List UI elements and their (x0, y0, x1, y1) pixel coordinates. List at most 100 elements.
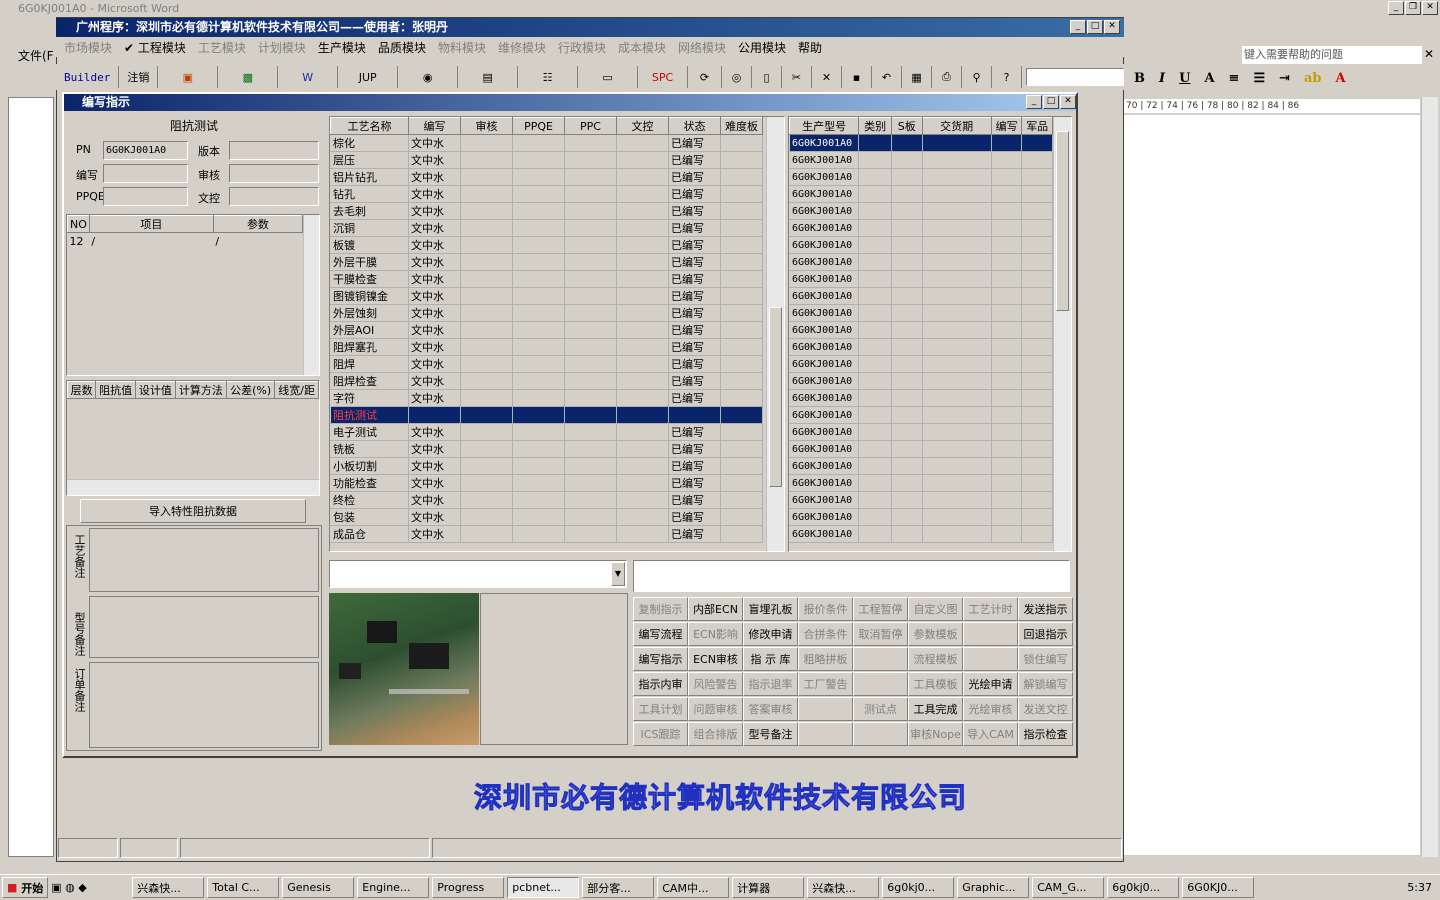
action-button[interactable]: 工艺计时 (963, 597, 1018, 621)
help-close-icon[interactable]: ✕ (1424, 47, 1434, 61)
model-cell[interactable] (1021, 168, 1053, 186)
model-cell[interactable] (1021, 457, 1053, 475)
process-cell[interactable] (460, 423, 513, 441)
model-cell[interactable] (891, 474, 923, 492)
model-cell[interactable] (922, 253, 992, 271)
menu-item[interactable]: 帮助 (798, 39, 822, 56)
process-cell[interactable] (720, 406, 763, 424)
model-cell[interactable] (922, 355, 992, 373)
model-cell[interactable]: 6G0KJ001A0 (789, 525, 860, 543)
table-row[interactable]: 6G0KJ001A0 (789, 508, 1053, 526)
table-row[interactable]: 干膜检查 文中水 已编写 (330, 270, 763, 288)
word-vscrollbar[interactable] (1421, 97, 1438, 857)
model-cell[interactable] (922, 440, 992, 458)
process-cell[interactable] (720, 491, 763, 509)
process-cell[interactable] (564, 287, 617, 305)
action-button[interactable]: 参数模板 (908, 622, 963, 646)
model-cell[interactable] (891, 253, 923, 271)
process-cell[interactable]: 已编写 (668, 440, 721, 458)
table-row[interactable]: 6G0KJ001A0 (789, 440, 1053, 458)
process-cell[interactable] (512, 151, 565, 169)
process-cell[interactable]: 已编写 (668, 253, 721, 271)
model-cell[interactable]: 6G0KJ001A0 (789, 338, 860, 356)
model-cell[interactable] (922, 423, 992, 441)
process-cell[interactable]: 已编写 (668, 270, 721, 288)
process-cell[interactable] (616, 185, 669, 203)
taskbar-item[interactable]: Engine... (357, 877, 430, 898)
process-cell[interactable] (512, 236, 565, 254)
process-cell[interactable] (564, 219, 617, 237)
process-vscrollbar[interactable] (766, 117, 784, 551)
process-cell[interactable]: 外层蚀刻 (330, 304, 409, 322)
model-cell[interactable] (991, 185, 1023, 203)
table-row[interactable]: 6G0KJ001A0 (789, 372, 1053, 390)
table-row[interactable]: 小板切割 文中水 已编写 (330, 457, 763, 475)
action-button[interactable]: 指示检查 (1018, 722, 1073, 746)
action-button[interactable] (963, 647, 1018, 671)
process-cell[interactable] (720, 185, 763, 203)
minimize-icon[interactable]: _ (1388, 1, 1404, 15)
version-field[interactable] (229, 141, 319, 160)
taskbar-item[interactable]: 部分客... (582, 877, 655, 898)
taskbar-item[interactable]: 6g0kj0... (1107, 877, 1180, 898)
model-vscrollbar[interactable] (1053, 117, 1071, 551)
model-cell[interactable] (922, 491, 992, 509)
process-cell[interactable] (564, 304, 617, 322)
excel-icon[interactable]: ▩ (218, 66, 279, 88)
model-cell[interactable] (891, 236, 923, 254)
process-cell[interactable]: 文中水 (408, 508, 461, 526)
model-cell[interactable] (858, 338, 892, 356)
table-row[interactable]: 铣板 文中水 已编写 (330, 440, 763, 458)
action-button[interactable]: 工程暂停 (853, 597, 908, 621)
maximize-icon[interactable]: □ (1087, 20, 1103, 34)
model-note-field[interactable] (89, 596, 319, 658)
process-cell[interactable] (512, 253, 565, 271)
save-icon[interactable]: ▪ (842, 66, 873, 88)
process-cell[interactable]: 已编写 (668, 287, 721, 305)
process-cell[interactable]: 文中水 (408, 304, 461, 322)
model-cell[interactable] (991, 474, 1023, 492)
process-cell[interactable] (564, 474, 617, 492)
model-cell[interactable]: 6G0KJ001A0 (789, 202, 860, 220)
table-row[interactable]: 去毛刺 文中水 已编写 (330, 202, 763, 220)
model-cell[interactable] (891, 355, 923, 373)
process-cell[interactable]: 铝片钻孔 (330, 168, 409, 186)
process-cell[interactable] (512, 270, 565, 288)
action-button[interactable] (853, 672, 908, 696)
process-cell[interactable]: 阻抗测试 (330, 406, 409, 424)
action-button[interactable]: 报价条件 (798, 597, 853, 621)
scroll-thumb[interactable] (769, 307, 782, 487)
process-cell[interactable] (720, 253, 763, 271)
action-button[interactable] (798, 697, 853, 721)
col-header[interactable]: S板 (890, 117, 923, 135)
menu-item[interactable]: 公用模块 (738, 39, 786, 56)
model-cell[interactable] (891, 423, 923, 441)
model-cell[interactable] (991, 202, 1023, 220)
col-header[interactable]: 工艺名称 (330, 117, 409, 135)
process-cell[interactable] (564, 525, 617, 543)
process-cell[interactable] (512, 457, 565, 475)
model-cell[interactable] (922, 168, 992, 186)
process-cell[interactable] (564, 372, 617, 390)
process-cell[interactable] (460, 457, 513, 475)
action-button[interactable]: 解锁编写 (1018, 672, 1073, 696)
param-cell[interactable]: 12 (67, 232, 90, 250)
spc-button[interactable]: SPC (638, 66, 689, 88)
process-cell[interactable]: 文中水 (408, 253, 461, 271)
process-cell[interactable] (616, 338, 669, 356)
table-row[interactable]: 6G0KJ001A0 (789, 236, 1053, 254)
jup-button[interactable]: JUP (338, 66, 399, 88)
process-cell[interactable] (512, 474, 565, 492)
process-cell[interactable] (720, 270, 763, 288)
col-header[interactable]: 编写 (990, 117, 1023, 135)
action-button[interactable]: 合拼条件 (798, 622, 853, 646)
model-cell[interactable] (1021, 304, 1053, 322)
process-cell[interactable]: 阻焊塞孔 (330, 338, 409, 356)
process-cell[interactable] (460, 185, 513, 203)
preview-icon[interactable]: ▦ (902, 66, 933, 88)
process-cell[interactable] (616, 202, 669, 220)
action-button[interactable]: 修改申请 (743, 622, 798, 646)
table-row[interactable]: 图镀铜镍金 文中水 已编写 (330, 287, 763, 305)
table-row[interactable]: 6G0KJ001A0 (789, 219, 1053, 237)
process-note-field[interactable] (89, 528, 319, 592)
